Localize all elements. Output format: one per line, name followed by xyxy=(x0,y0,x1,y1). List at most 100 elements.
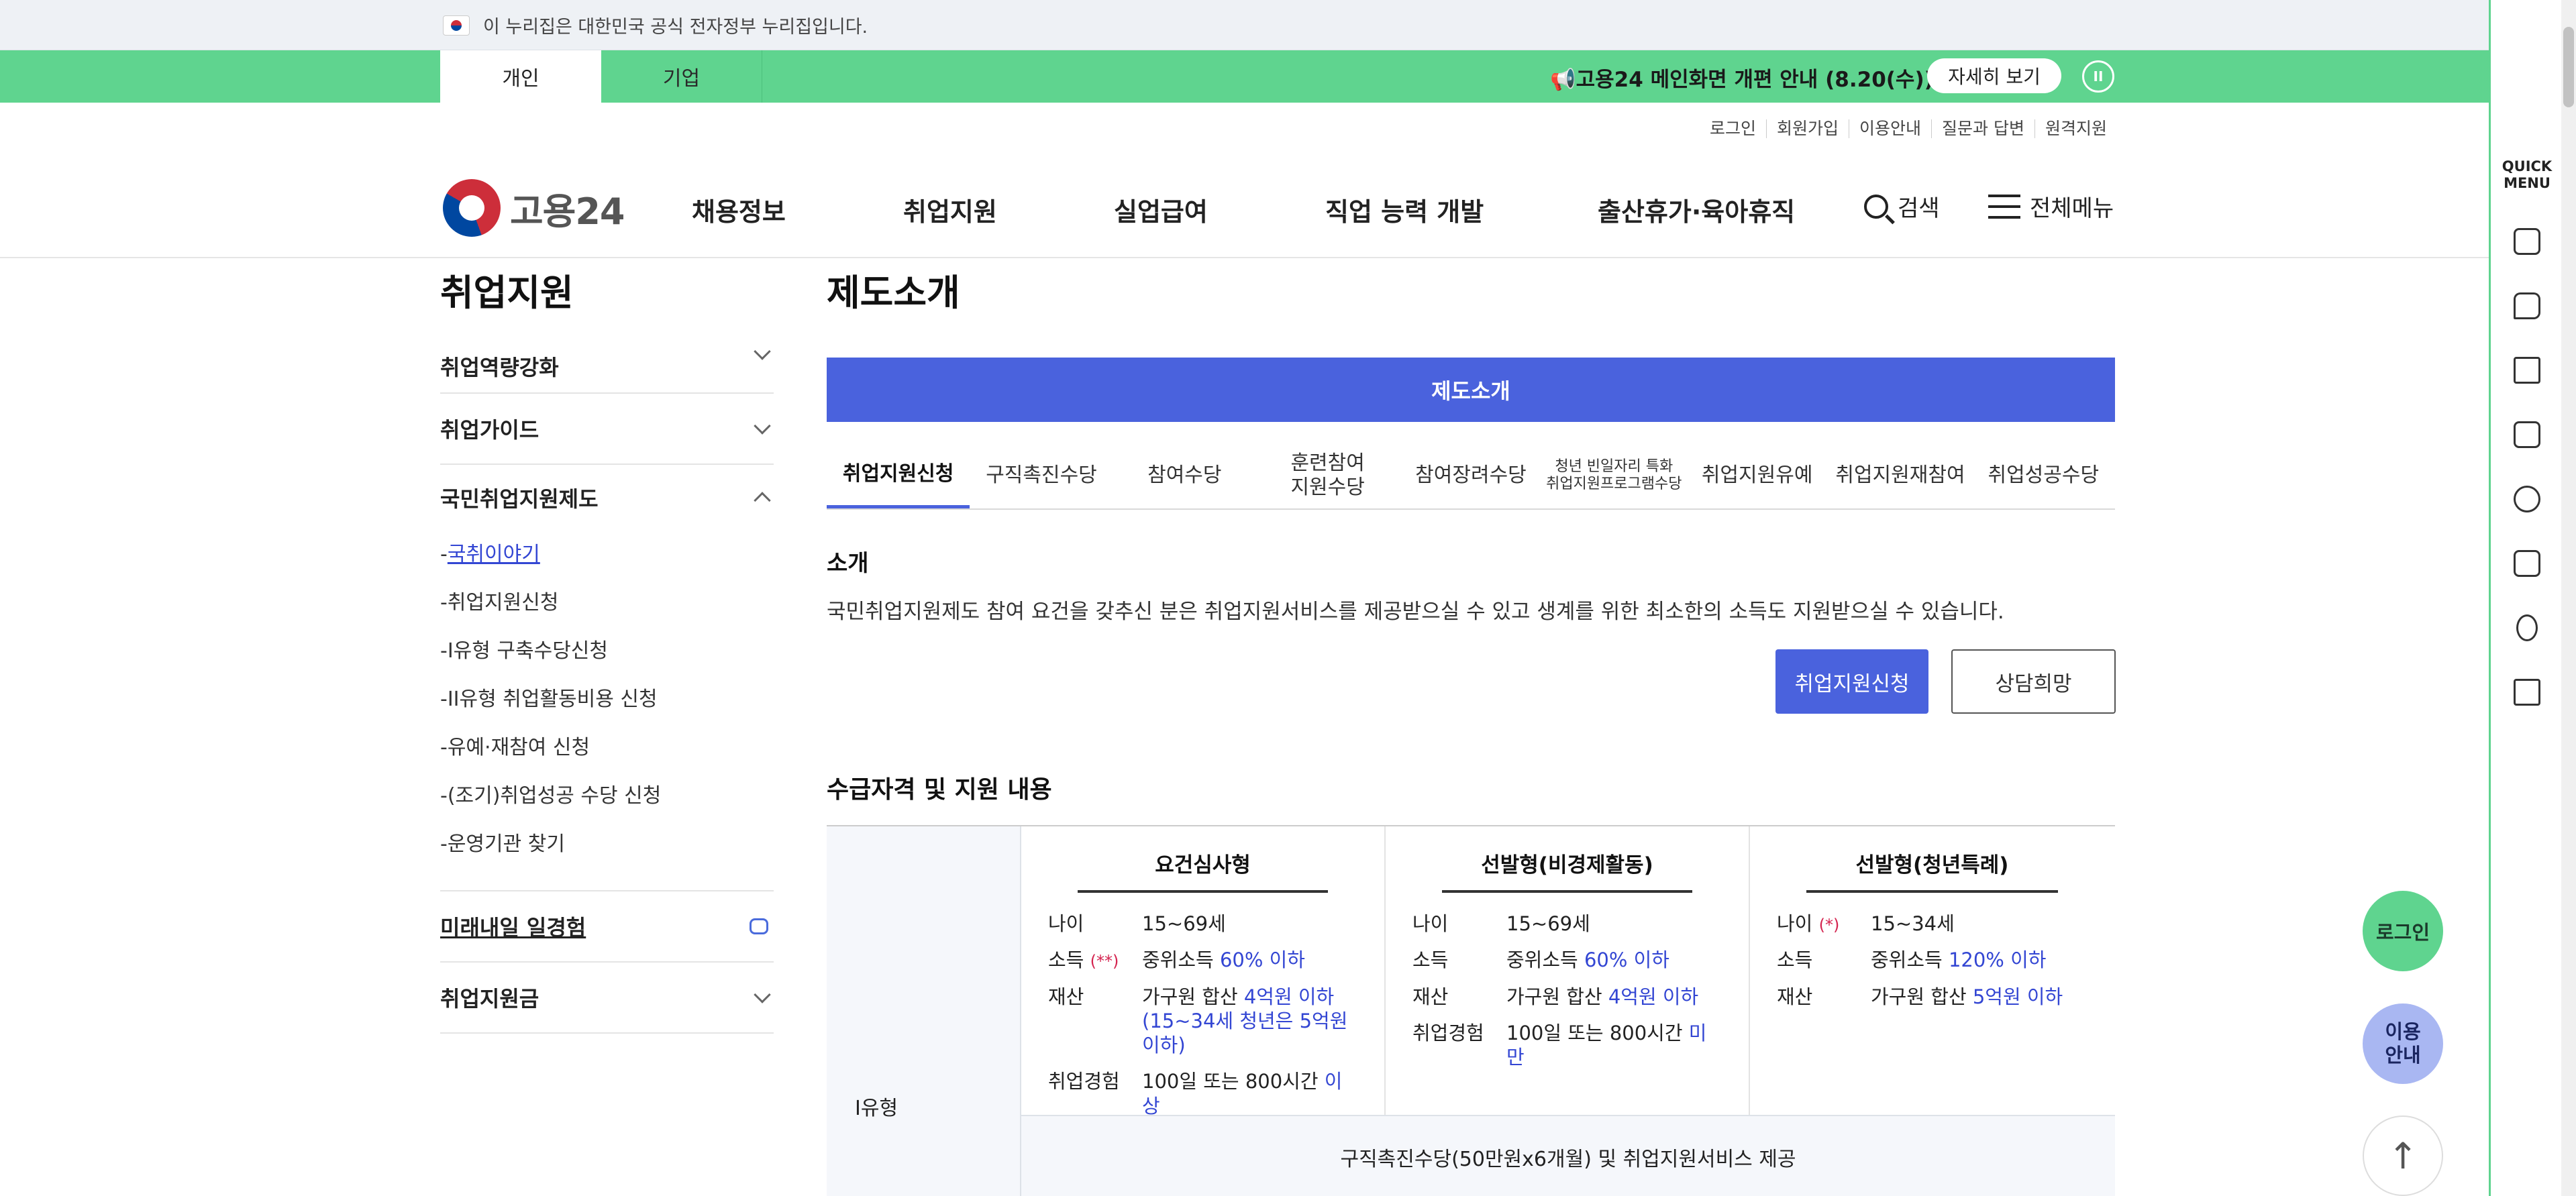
row-asset: 재산 가구원 합산 4억원 이하 xyxy=(1412,985,1699,1008)
external-link-icon xyxy=(750,918,768,934)
eligibility-table: I유형 요건심사형 나이 15~69세 소득 (**) 중위소득 60% 이하 … xyxy=(827,825,2115,1196)
sidebar-item-label: 미래내일 일경험 xyxy=(440,915,586,940)
tab-job-search-allowance[interactable]: 구직촉진수당 xyxy=(970,443,1113,508)
gov-banner-text: 이 누리집은 대한민국 공식 전자정부 누리집입니다. xyxy=(483,17,868,38)
sidebar-nav: 취업역량강화 취업가이드 국민취업지원제도 -국취이야기 -취업지원신청 -I유… xyxy=(440,339,774,1034)
logo-emblem-icon xyxy=(443,179,501,237)
program-tabs: 취업지원신청 구직촉진수당 참여수당 훈련참여 지원수당 참여장려수당 청년 빈… xyxy=(827,443,2115,510)
sidebar-subitem-apply[interactable]: -취업지원신청 xyxy=(440,579,774,627)
logo[interactable]: 고용24 xyxy=(443,179,625,237)
column-screening: 요건심사형 나이 15~69세 소득 (**) 중위소득 60% 이하 재산 가… xyxy=(1021,826,1386,1118)
sidebar-subitem-type2[interactable]: -II유형 취업활동비용 신청 xyxy=(440,675,774,724)
sidebar-subitem-story[interactable]: -국취이야기 xyxy=(440,531,774,579)
all-menu-label: 전체메뉴 xyxy=(2030,195,2114,222)
chevron-up-icon xyxy=(754,492,771,509)
search-label: 검색 xyxy=(1898,195,1940,222)
search-icon xyxy=(1864,194,1888,219)
tab-company[interactable]: 기업 xyxy=(601,50,762,103)
tab-apply[interactable]: 취업지원신청 xyxy=(827,443,970,508)
pause-icon[interactable]: II xyxy=(2082,60,2114,93)
util-link-signup[interactable]: 회원가입 xyxy=(1766,119,1849,138)
util-link-qna[interactable]: 질문과 답변 xyxy=(1931,119,2034,138)
sidebar-subitem-agency[interactable]: -운영기관 찾기 xyxy=(440,820,774,869)
row-income: 소득 중위소득 60% 이하 xyxy=(1412,948,1669,972)
util-link-guide[interactable]: 이용안내 xyxy=(1849,119,1931,138)
coins-icon[interactable] xyxy=(2516,614,2538,641)
column-head: 선발형(청년특례) xyxy=(1806,848,2058,893)
row-experience: 취업경험 100일 또는 800시간 이상 xyxy=(1048,1070,1343,1118)
korea-flag-icon xyxy=(443,15,470,36)
building-icon[interactable] xyxy=(2514,228,2540,255)
notice-text[interactable]: 📢고용24 메인화면 개편 안내 (8.20(수)) xyxy=(1550,62,1934,93)
util-link-login[interactable]: 로그인 xyxy=(1700,119,1766,138)
consult-button[interactable]: 상담희망 xyxy=(1951,649,2116,714)
tab-participation-allowance[interactable]: 참여수당 xyxy=(1113,443,1256,508)
nav-parental-leave[interactable]: 출산휴가·육아휴직 xyxy=(1598,191,1795,228)
row-age: 나이 15~69세 xyxy=(1412,912,1590,935)
sidebar-item-label: 취업지원금 xyxy=(440,986,539,1012)
row-experience: 취업경험 100일 또는 800시간 미만 xyxy=(1412,1021,1707,1069)
column-selection-youth: 선발형(청년특례) 나이 (*) 15~34세 소득 중위소득 120% 이하 … xyxy=(1750,826,2114,1115)
sidebar-item-work-experience[interactable]: 미래내일 일경험 xyxy=(440,891,774,963)
column-selection-inactive: 선발형(비경제활동) 나이 15~69세 소득 중위소득 60% 이하 재산 가… xyxy=(1386,826,1750,1115)
logo-text: 고용24 xyxy=(510,190,625,233)
calculator-icon[interactable] xyxy=(2514,550,2540,577)
tab-youth-program-allowance[interactable]: 청년 빈일자리 특화 취업지원프로그램수당 xyxy=(1543,443,1686,508)
sidebar-item-competency[interactable]: 취업역량강화 xyxy=(440,339,774,394)
monitor-icon[interactable] xyxy=(2514,357,2540,384)
sidebar-item-label: 취업가이드 xyxy=(440,417,539,443)
tab-reparticipation[interactable]: 취업지원재참여 xyxy=(1828,443,1971,508)
notice-detail-button[interactable]: 자세히 보기 xyxy=(1927,58,2061,93)
tab-success-allowance[interactable]: 취업성공수당 xyxy=(1972,443,2115,508)
chevron-down-icon xyxy=(754,417,771,435)
intro-text: 국민취업지원제도 참여 요건을 갖추신 분은 취업지원서비스를 제공받으실 수 … xyxy=(827,600,2004,624)
scrollbar-thumb[interactable] xyxy=(2563,27,2574,107)
row-age: 나이 15~69세 xyxy=(1048,912,1226,935)
tab-training-allowance[interactable]: 훈련참여 지원수당 xyxy=(1256,443,1399,508)
row-asset: 재산 가구원 합산 4억원 이하 (15~34세 청년은 5억원 이하) xyxy=(1048,985,1348,1057)
scroll-top-button[interactable]: ↑ xyxy=(2363,1116,2443,1196)
nav-skill-development[interactable]: 직업 능력 개발 xyxy=(1325,191,1484,228)
sidebar-item-label: 취업역량강화 xyxy=(440,355,559,380)
nav-employment-support[interactable]: 취업지원 xyxy=(903,191,997,228)
sidebar-item-subsidy[interactable]: 취업지원금 xyxy=(440,963,774,1034)
printer-icon[interactable] xyxy=(2514,679,2540,706)
tab-personal[interactable]: 개인 xyxy=(440,50,601,103)
row-label: I유형 xyxy=(827,826,1021,1196)
benefit-row: 구직촉진수당(50만원x6개월) 및 취업지원서비스 제공 xyxy=(1021,1115,2115,1196)
floating-guide-button[interactable]: 이용 안내 xyxy=(2363,1003,2443,1084)
search-button[interactable]: 검색 xyxy=(1864,190,1940,223)
top-bar: 개인 기업 📢고용24 메인화면 개편 안내 (8.20(수)) 자세히 보기 … xyxy=(0,50,2489,103)
chevron-down-icon xyxy=(754,986,771,1003)
scrollbar[interactable] xyxy=(2561,0,2576,1196)
row-income: 소득 (**) 중위소득 60% 이하 xyxy=(1048,948,1305,972)
smile-icon[interactable] xyxy=(2514,486,2540,512)
util-link-remote[interactable]: 원격지원 xyxy=(2034,119,2117,138)
checklist-icon[interactable] xyxy=(2514,421,2540,448)
page-title: 제도소개 xyxy=(827,272,960,314)
floating-login-button[interactable]: 로그인 xyxy=(2363,891,2443,971)
util-links: 로그인 회원가입 이용안내 질문과 답변 원격지원 xyxy=(1700,119,2117,138)
eligibility-heading: 수급자격 및 지원 내용 xyxy=(827,776,1052,804)
all-menu-button[interactable]: 전체메뉴 xyxy=(1988,190,2114,223)
nav-unemployment-benefit[interactable]: 실업급여 xyxy=(1114,191,1208,228)
column-head: 선발형(비경제활동) xyxy=(1442,848,1692,893)
sidebar-title: 취업지원 xyxy=(440,272,574,314)
nav-jobs[interactable]: 채용정보 xyxy=(692,191,786,228)
tab-encouragement-allowance[interactable]: 참여장려수당 xyxy=(1399,443,1542,508)
sidebar-item-national-program[interactable]: 국민취업지원제도 xyxy=(440,465,774,531)
row-asset: 재산 가구원 합산 5억원 이하 xyxy=(1777,985,2063,1008)
sidebar-subitem-success[interactable]: -(조기)취업성공 수당 신청 xyxy=(440,772,774,820)
hamburger-icon xyxy=(1988,194,2020,219)
row-income: 소득 중위소득 120% 이하 xyxy=(1777,948,2047,972)
chat-icon[interactable] xyxy=(2514,292,2540,319)
tab-deferral[interactable]: 취업지원유예 xyxy=(1686,443,1828,508)
sidebar-subitem-type1[interactable]: -I유형 구축수당신청 xyxy=(440,627,774,675)
row-age: 나이 (*) 15~34세 xyxy=(1777,912,1955,935)
apply-button[interactable]: 취업지원신청 xyxy=(1775,649,1928,714)
quick-menu-title: QUICK MENU xyxy=(2502,158,2553,192)
section-banner: 제도소개 xyxy=(827,358,2115,422)
sidebar-subitem-defer[interactable]: -유예·재참여 신청 xyxy=(440,724,774,772)
sidebar-item-guide[interactable]: 취업가이드 xyxy=(440,394,774,465)
row-label-text: I유형 xyxy=(855,1097,898,1120)
